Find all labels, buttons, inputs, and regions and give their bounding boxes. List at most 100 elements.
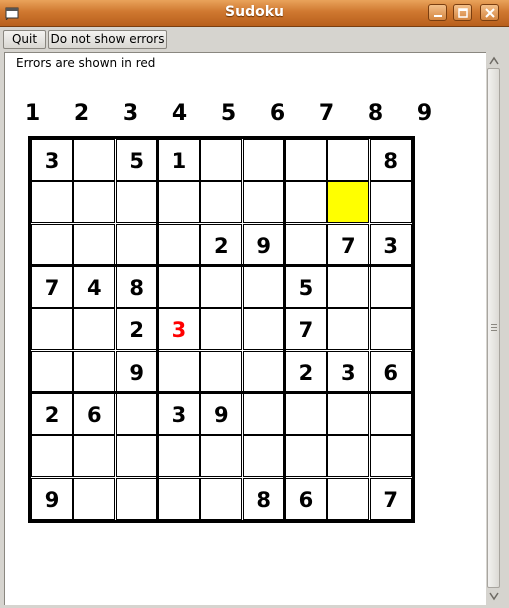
box-divider-horizontal xyxy=(31,264,412,268)
sudoku-cell[interactable] xyxy=(31,350,73,393)
sudoku-cell[interactable]: 2 xyxy=(115,308,158,351)
sudoku-cell[interactable] xyxy=(200,308,243,351)
column-number: 6 xyxy=(269,101,286,126)
sudoku-cell[interactable] xyxy=(284,435,327,478)
sudoku-cell[interactable] xyxy=(157,477,200,520)
toggle-errors-button[interactable]: Do not show errors xyxy=(48,30,167,49)
sudoku-cell[interactable] xyxy=(73,223,116,266)
sudoku-cell[interactable]: 2 xyxy=(284,350,327,393)
column-number: 1 xyxy=(24,101,41,126)
sudoku-cell[interactable]: 3 xyxy=(327,350,370,393)
sudoku-cell[interactable] xyxy=(157,350,200,393)
sudoku-cell[interactable]: 9 xyxy=(115,350,158,393)
sudoku-cell[interactable] xyxy=(157,265,200,308)
sudoku-cell[interactable] xyxy=(200,350,243,393)
sudoku-cell[interactable]: 9 xyxy=(200,392,243,435)
maximize-button[interactable] xyxy=(453,4,472,21)
title-bar[interactable]: Sudoku xyxy=(0,0,509,27)
sudoku-cell[interactable] xyxy=(327,435,370,478)
sudoku-cell[interactable]: 6 xyxy=(369,350,412,393)
maximize-icon xyxy=(458,8,468,18)
close-button[interactable] xyxy=(480,4,499,21)
sudoku-board: 351829737485237923626399867 xyxy=(28,136,415,523)
sudoku-cell[interactable] xyxy=(369,435,412,478)
sudoku-cell[interactable] xyxy=(200,435,243,478)
sudoku-cell[interactable]: 1 xyxy=(157,139,200,181)
sudoku-cell[interactable]: 7 xyxy=(327,223,370,266)
box-divider-vertical xyxy=(156,139,160,520)
sudoku-cell[interactable] xyxy=(369,181,412,224)
quit-button[interactable]: Quit xyxy=(3,30,46,49)
sudoku-cell[interactable]: 3 xyxy=(157,392,200,435)
sudoku-cell[interactable] xyxy=(157,435,200,478)
sudoku-cell[interactable]: 3 xyxy=(369,223,412,266)
sudoku-cell[interactable] xyxy=(200,139,243,181)
sudoku-cell[interactable]: 8 xyxy=(242,477,285,520)
box-divider-horizontal xyxy=(31,391,412,395)
sudoku-cell[interactable] xyxy=(327,139,370,181)
sudoku-cell[interactable] xyxy=(115,181,158,224)
sudoku-cell[interactable]: 4 xyxy=(73,265,116,308)
sudoku-cell[interactable]: 9 xyxy=(242,223,285,266)
sudoku-cell[interactable] xyxy=(73,139,116,181)
sudoku-cell[interactable]: 5 xyxy=(284,265,327,308)
sudoku-cell[interactable] xyxy=(284,392,327,435)
sudoku-cell[interactable] xyxy=(369,308,412,351)
sudoku-cell[interactable] xyxy=(157,223,200,266)
sudoku-cell[interactable]: 7 xyxy=(369,477,412,520)
sudoku-cell[interactable] xyxy=(242,139,285,181)
sudoku-cell[interactable] xyxy=(73,477,116,520)
sudoku-cell[interactable] xyxy=(327,308,370,351)
sudoku-cell[interactable] xyxy=(369,392,412,435)
sudoku-cell[interactable] xyxy=(242,181,285,224)
sudoku-cell[interactable]: 2 xyxy=(200,223,243,266)
sudoku-cell[interactable] xyxy=(115,392,158,435)
arrow-up-icon[interactable] xyxy=(487,53,501,67)
sudoku-cell[interactable] xyxy=(242,265,285,308)
arrow-down-icon[interactable] xyxy=(487,588,501,602)
info-text: Errors are shown in red xyxy=(16,56,156,70)
sudoku-cell[interactable]: 7 xyxy=(31,265,73,308)
sudoku-cell[interactable] xyxy=(200,265,243,308)
sudoku-cell[interactable] xyxy=(242,350,285,393)
sudoku-cell[interactable] xyxy=(115,477,158,520)
sudoku-cell[interactable] xyxy=(327,265,370,308)
sudoku-cell[interactable] xyxy=(157,181,200,224)
sudoku-cell[interactable] xyxy=(242,392,285,435)
sudoku-cell[interactable]: 3 xyxy=(31,139,73,181)
sudoku-cell[interactable] xyxy=(31,435,73,478)
sudoku-cell[interactable] xyxy=(284,223,327,266)
sudoku-cell[interactable]: 6 xyxy=(284,477,327,520)
vertical-scrollbar[interactable] xyxy=(486,52,502,604)
sudoku-cell[interactable] xyxy=(327,477,370,520)
sudoku-cell[interactable] xyxy=(327,181,370,224)
sudoku-cell[interactable] xyxy=(31,181,73,224)
sudoku-cell[interactable]: 2 xyxy=(31,392,73,435)
sudoku-cell[interactable] xyxy=(369,265,412,308)
sudoku-cell[interactable] xyxy=(73,181,116,224)
minimize-button[interactable] xyxy=(428,4,447,21)
sudoku-cell[interactable] xyxy=(73,308,116,351)
sudoku-cell[interactable] xyxy=(200,477,243,520)
column-number: 4 xyxy=(171,101,188,126)
sudoku-cell[interactable]: 9 xyxy=(31,477,73,520)
sudoku-cell[interactable]: 7 xyxy=(284,308,327,351)
sudoku-cell[interactable] xyxy=(73,435,116,478)
sudoku-cell[interactable] xyxy=(242,435,285,478)
sudoku-cell[interactable]: 5 xyxy=(115,139,158,181)
sudoku-cell[interactable] xyxy=(115,223,158,266)
sudoku-cell[interactable] xyxy=(327,392,370,435)
sudoku-cell[interactable]: 3 xyxy=(157,308,200,351)
sudoku-cell[interactable] xyxy=(31,308,73,351)
sudoku-cell[interactable] xyxy=(242,308,285,351)
sudoku-cell[interactable] xyxy=(31,223,73,266)
sudoku-cell[interactable] xyxy=(284,139,327,181)
sudoku-cell[interactable]: 8 xyxy=(369,139,412,181)
sudoku-cell[interactable] xyxy=(284,181,327,224)
sudoku-cell[interactable] xyxy=(200,181,243,224)
sudoku-cell[interactable] xyxy=(73,350,116,393)
sudoku-cell[interactable]: 6 xyxy=(73,392,116,435)
sudoku-cell[interactable] xyxy=(115,435,158,478)
sudoku-cell[interactable]: 8 xyxy=(115,265,158,308)
scrollbar-thumb[interactable] xyxy=(487,68,500,588)
